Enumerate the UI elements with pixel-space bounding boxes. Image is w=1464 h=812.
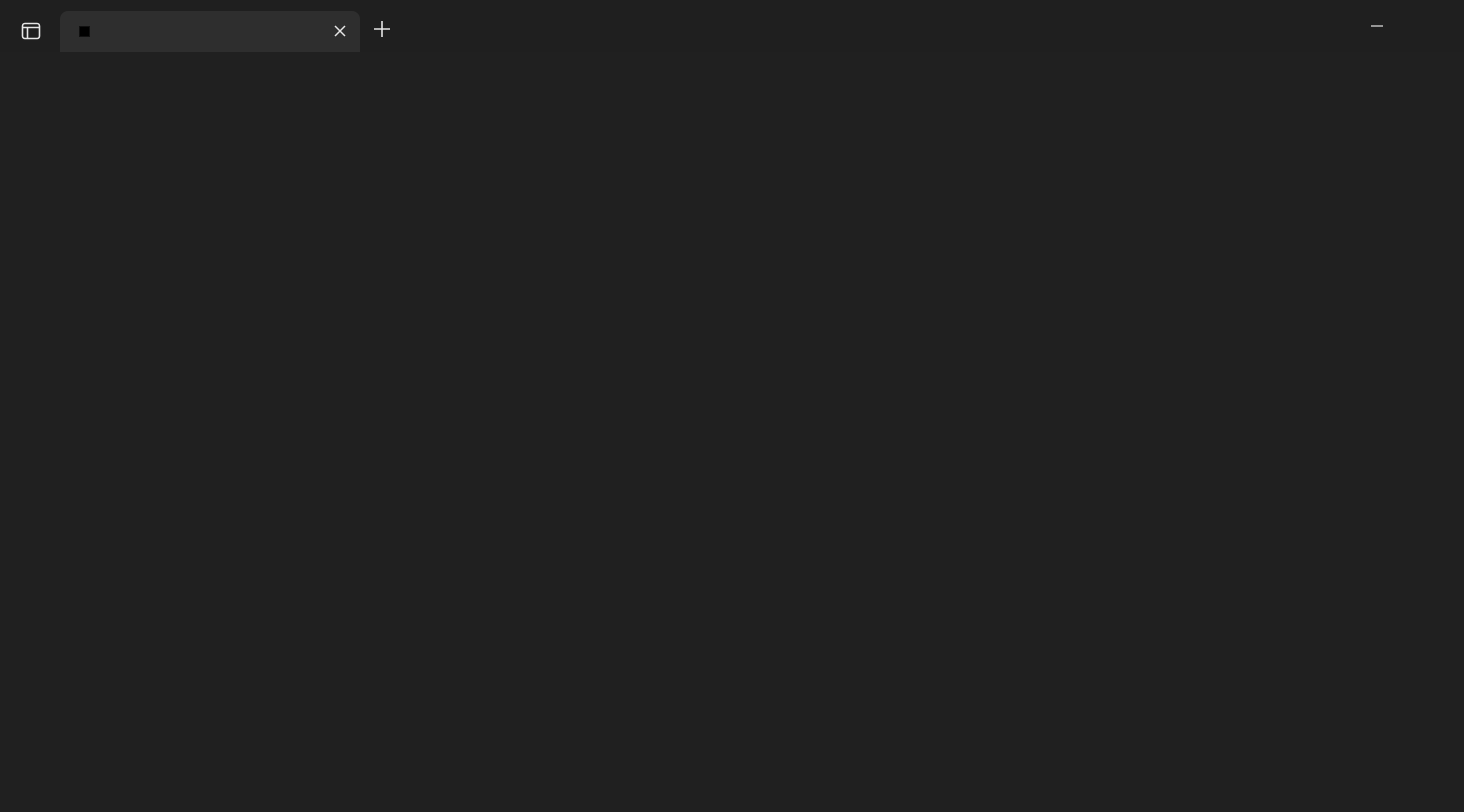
plus-icon <box>374 21 390 37</box>
title-bar <box>0 0 1464 52</box>
tab-close-button[interactable] <box>328 19 352 43</box>
active-tab[interactable] <box>60 11 360 52</box>
tab-actions-button[interactable] <box>14 18 48 44</box>
tab-actions-icon <box>21 22 41 40</box>
new-tab-button[interactable] <box>368 16 396 44</box>
close-icon <box>334 25 346 37</box>
square-favicon-icon <box>79 26 90 37</box>
